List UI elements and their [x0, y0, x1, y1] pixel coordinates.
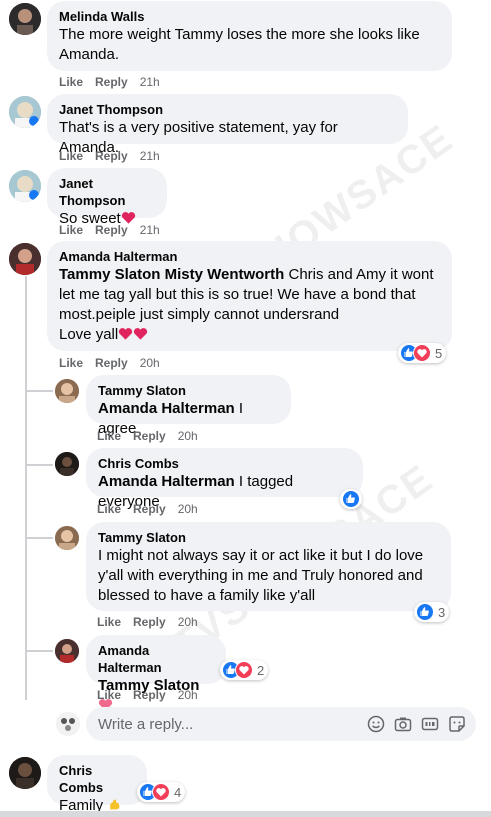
timestamp[interactable]: 20h: [178, 428, 198, 444]
comment-bubble: Amanda Halterman Tammy Slaton Misty Went…: [47, 241, 452, 351]
reply-bubble: Chris Combs Amanda Halterman I tagged ev…: [86, 448, 363, 510]
avatar[interactable]: [9, 243, 41, 275]
reply-connector: [27, 537, 53, 539]
timestamp[interactable]: 20h: [140, 355, 160, 371]
love-reaction-icon: [413, 344, 431, 362]
avatar[interactable]: [55, 639, 79, 663]
reply-actions: Like Reply 20h: [97, 428, 198, 444]
reply-composer: [86, 707, 476, 741]
like-button[interactable]: Like: [97, 428, 121, 444]
timestamp[interactable]: 21h: [140, 74, 160, 90]
reply-author[interactable]: Amanda Halterman: [98, 642, 214, 676]
comment-text: The more weight Tammy loses the more she…: [59, 26, 420, 63]
comment-author[interactable]: Amanda Halterman: [59, 248, 440, 265]
reply-actions: Like Reply 20h: [97, 501, 198, 517]
like-button[interactable]: Like: [97, 501, 121, 517]
timestamp[interactable]: 21h: [140, 148, 160, 164]
reply-button[interactable]: Reply: [133, 687, 166, 703]
gif-icon[interactable]: [421, 715, 439, 733]
mention-link[interactable]: Amanda Halterman: [98, 473, 235, 490]
comment-author[interactable]: Chris Combs: [59, 762, 135, 796]
comment-text-line2: Love yall: [59, 325, 440, 345]
reply-author[interactable]: Tammy Slaton: [98, 382, 279, 399]
reply-button[interactable]: Reply: [133, 614, 166, 630]
avatar[interactable]: [55, 526, 79, 550]
reply-button[interactable]: Reply: [95, 74, 128, 90]
like-button[interactable]: Like: [59, 148, 83, 164]
heart-emoji-icon: [119, 328, 133, 340]
like-button[interactable]: Like: [59, 74, 83, 90]
reaction-summary[interactable]: 4: [137, 782, 186, 802]
reply-author[interactable]: Chris Combs: [98, 455, 351, 472]
like-button[interactable]: Like: [97, 614, 121, 630]
comment-author[interactable]: Melinda Walls: [59, 8, 440, 25]
comment-bubble: Melinda Walls The more weight Tammy lose…: [47, 1, 452, 71]
reply-button[interactable]: Reply: [133, 428, 166, 444]
flexed-biceps-icon: [110, 799, 120, 810]
reaction-summary[interactable]: [340, 489, 362, 509]
reply-text: I might not always say it or act like it…: [98, 547, 424, 604]
comment-actions: Like Reply 20h: [59, 355, 160, 371]
sticker-icon[interactable]: [448, 715, 466, 733]
reply-connector: [27, 390, 53, 392]
love-reaction-icon: [152, 783, 170, 801]
reply-bubble: Amanda Halterman Tammy Slaton: [86, 635, 226, 711]
timestamp[interactable]: 21h: [140, 222, 160, 238]
reaction-summary[interactable]: 5: [398, 343, 447, 363]
like-button[interactable]: Like: [97, 687, 121, 703]
timestamp[interactable]: 20h: [178, 614, 198, 630]
reply-bubble: Tammy Slaton Amanda Halterman I agree: [86, 375, 291, 437]
reply-author[interactable]: Tammy Slaton: [98, 529, 439, 546]
comment-actions: Like Reply 21h: [59, 74, 160, 90]
emoji-icon[interactable]: [367, 715, 385, 733]
comment-actions: Like Reply 21h: [59, 148, 160, 164]
timestamp[interactable]: 20h: [178, 687, 198, 703]
comment-author[interactable]: Janet Thompson: [59, 175, 155, 209]
like-reaction-icon: [416, 603, 434, 621]
comment-actions: Like Reply 21h: [59, 222, 160, 238]
avatar[interactable]: [55, 379, 79, 403]
reply-input[interactable]: [96, 714, 358, 734]
reaction-count: 5: [435, 345, 443, 361]
avatar[interactable]: [9, 170, 41, 202]
reply-actions: Like Reply 20h: [97, 614, 198, 630]
heart-emoji-icon: [134, 328, 148, 340]
scroll-edge: [0, 811, 491, 817]
comment-bubble: Janet Thompson So sweet: [47, 168, 167, 227]
comment-author[interactable]: Janet Thompson: [59, 101, 396, 118]
like-button[interactable]: Like: [59, 222, 83, 238]
comment-text-wrap: Tammy Slaton Misty Wentworth Chris and A…: [59, 265, 440, 325]
like-reaction-icon: [342, 490, 360, 508]
avatar[interactable]: [9, 96, 41, 128]
avatar[interactable]: [9, 757, 41, 789]
current-user-avatar: [56, 712, 80, 736]
mention-link[interactable]: Amanda Halterman: [98, 400, 235, 417]
reply-connector: [27, 650, 53, 652]
mention-link[interactable]: Tammy Slaton Misty Wentworth: [59, 266, 284, 283]
reply-button[interactable]: Reply: [133, 501, 166, 517]
avatar[interactable]: [55, 452, 79, 476]
reaction-count: 4: [174, 784, 182, 800]
reaction-summary[interactable]: 2: [220, 660, 269, 680]
reaction-summary[interactable]: 3: [414, 602, 450, 622]
reaction-count: 2: [257, 662, 265, 678]
reply-connector: [27, 464, 53, 466]
reply-actions: Like Reply 20h: [97, 687, 198, 703]
comment-text: Love yall: [59, 326, 119, 343]
comment-bubble: Chris Combs Family: [47, 755, 147, 814]
reply-button[interactable]: Reply: [95, 355, 128, 371]
thread-line: [25, 276, 27, 700]
reply-bubble: Tammy Slaton I might not always say it o…: [86, 522, 451, 611]
reaction-count: 3: [438, 604, 446, 620]
avatar[interactable]: [9, 3, 41, 35]
reply-button[interactable]: Reply: [95, 222, 128, 238]
reply-button[interactable]: Reply: [95, 148, 128, 164]
like-button[interactable]: Like: [59, 355, 83, 371]
comment-bubble: Janet Thompson That's is a very positive…: [47, 94, 408, 156]
camera-icon[interactable]: [394, 715, 412, 733]
love-reaction-icon: [235, 661, 253, 679]
timestamp[interactable]: 20h: [178, 501, 198, 517]
